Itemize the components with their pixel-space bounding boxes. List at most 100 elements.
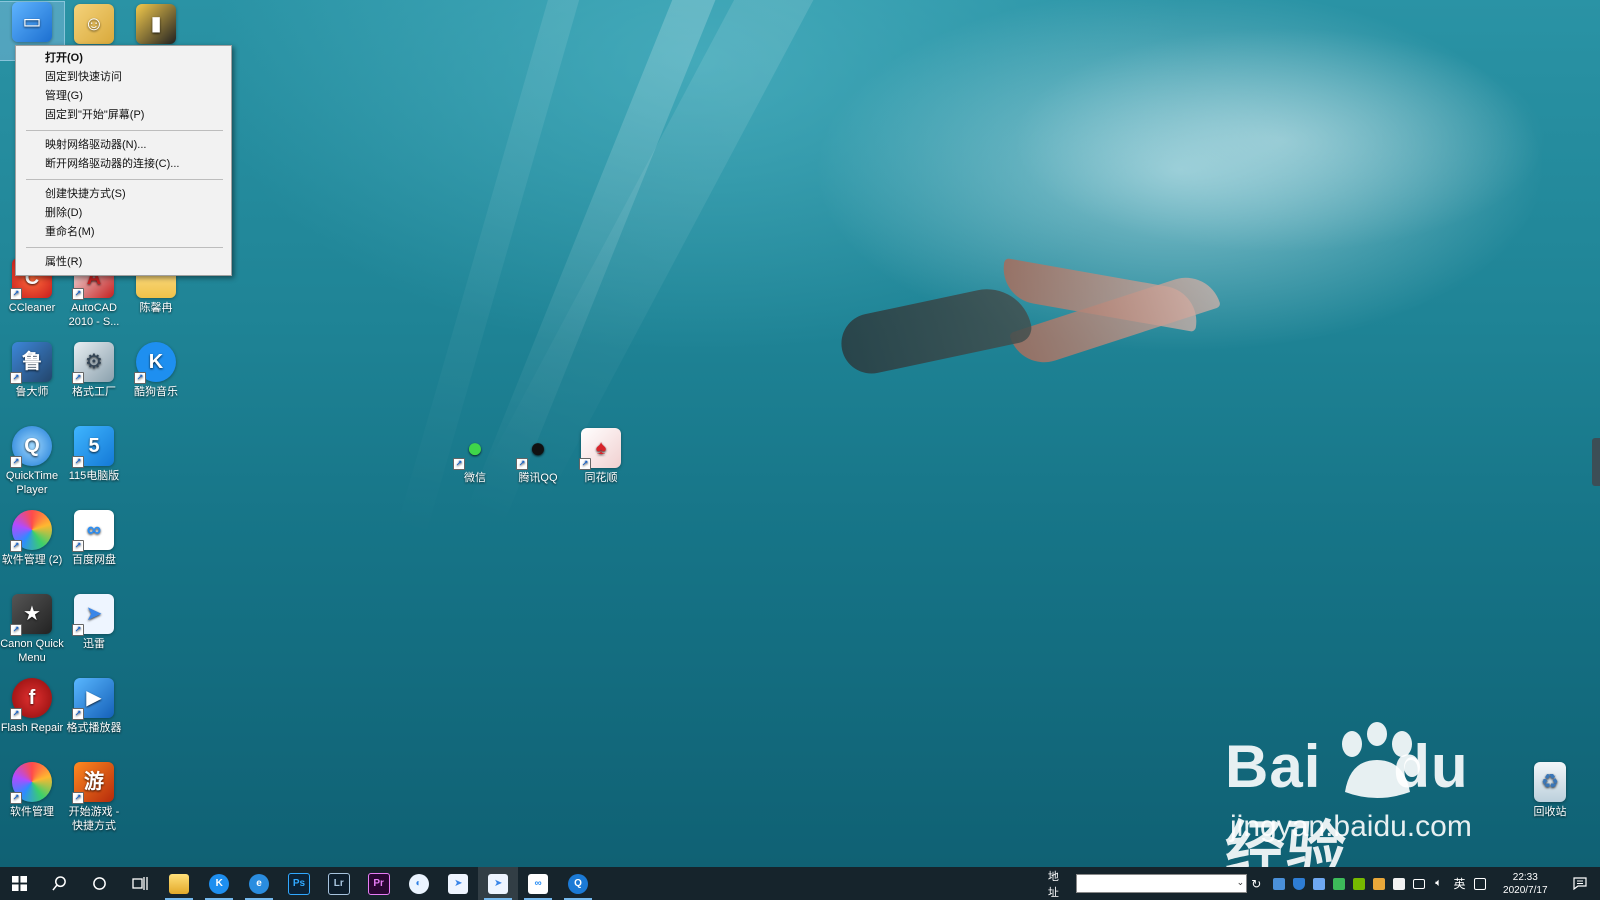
search-button[interactable]: [40, 867, 80, 900]
taskbar-premiere[interactable]: Pr: [359, 867, 399, 900]
shortcut-arrow-icon: ↗: [10, 456, 22, 468]
desktop-icon-ludashi[interactable]: 鲁 ↗ 鲁大师: [0, 342, 64, 399]
tray-baidu-icon[interactable]: [1389, 867, 1409, 900]
icon-label: 鲁大师: [15, 386, 49, 398]
icon-label: 软件管理: [10, 806, 54, 818]
taskbar-xunlei[interactable]: ➤: [438, 867, 478, 900]
taskbar-kugou[interactable]: K: [199, 867, 239, 900]
shortcut-arrow-icon: ↗: [72, 372, 84, 384]
menu-separator: [26, 247, 223, 248]
context-menu-item[interactable]: 创建快捷方式(S): [16, 185, 231, 204]
context-menu-item[interactable]: 断开网络驱动器的连接(C)...: [16, 155, 231, 174]
desktop-icon-soft-manager-2[interactable]: ↗ 软件管理 (2): [0, 510, 64, 567]
refresh-icon[interactable]: ↻: [1251, 877, 1261, 891]
desktop-icon-baidu-pan[interactable]: ∞ ↗ 百度网盘: [62, 510, 126, 567]
desktop-icon-kugou[interactable]: K ↗ 酷狗音乐: [124, 342, 188, 399]
shortcut-arrow-icon: ↗: [72, 792, 84, 804]
desktop-icon-game[interactable]: 游 ↗ 开始游戏 - 快捷方式: [62, 762, 126, 833]
network-icon[interactable]: [1409, 867, 1429, 900]
desktop-icon-tonghuashun[interactable]: ♠ ↗ 同花顺: [569, 428, 633, 485]
taskbar-baidu-pan[interactable]: ∞: [518, 867, 558, 900]
shortcut-arrow-icon: ↗: [516, 458, 528, 470]
context-menu-item[interactable]: 固定到"开始"屏幕(P): [16, 106, 231, 125]
xunlei-icon: ➤ ↗: [72, 594, 114, 636]
taskbar-xunlei-active[interactable]: ➤: [478, 867, 519, 900]
icon-label: 微信: [464, 472, 486, 484]
quicktime-icon: Q: [567, 873, 588, 894]
desktop-icon-canon[interactable]: ★ ↗ Canon Quick Menu: [0, 594, 64, 665]
input-method-indicator[interactable]: 英: [1449, 875, 1471, 892]
shortcut-arrow-icon: ↗: [10, 540, 22, 552]
start-button[interactable]: [0, 867, 40, 900]
desktop-icon-115[interactable]: 5 ↗ 115电脑版: [62, 426, 126, 483]
dark-folder-icon[interactable]: ▮: [124, 4, 188, 47]
shortcut-arrow-icon: ↗: [10, 624, 22, 636]
desktop-icon-format-factory[interactable]: ⚙ ↗ 格式工厂: [62, 342, 126, 399]
kugou-icon: K: [209, 873, 230, 894]
desktop-icon-qq[interactable]: ● ↗ 腾讯QQ: [506, 428, 570, 485]
side-panel-handle[interactable]: [1592, 438, 1600, 486]
xunlei-icon: ➤: [488, 873, 509, 894]
taskbar-browser[interactable]: ◐: [399, 867, 439, 900]
desktop-icon-flash-repair[interactable]: f ↗ Flash Repair: [0, 678, 64, 735]
chevron-down-icon[interactable]: ⌄: [1237, 877, 1245, 888]
icon-label: 格式工厂: [72, 386, 116, 398]
wechat-icon: ● ↗: [453, 428, 495, 470]
task-view-button[interactable]: [120, 867, 160, 900]
tray-network-drive-icon[interactable]: [1269, 867, 1289, 900]
taskbar-lightroom[interactable]: Lr: [319, 867, 359, 900]
clock-date: 2020/7/17: [1503, 884, 1548, 896]
volume-icon[interactable]: 🔈︎: [1429, 867, 1449, 900]
context-menu-item[interactable]: 固定到快速访问: [16, 68, 231, 87]
taskbar-quicktime[interactable]: Q: [558, 867, 598, 900]
baidu-pan-icon: ∞: [528, 873, 549, 894]
context-menu: 打开(O) 固定到快速访问 管理(G) 固定到"开始"屏幕(P) 映射网络驱动器(N).…: [15, 45, 232, 276]
context-menu-item[interactable]: 重命名(M): [16, 223, 231, 242]
taskbar-photoshop[interactable]: Ps: [279, 867, 319, 900]
context-menu-item[interactable]: 打开(O): [16, 49, 231, 68]
user-folder-icon[interactable]: ☺: [62, 4, 126, 47]
desktop[interactable]: ▭ ☺ ▮ C ↗ CCleaner A ↗ AutoCAD 2010 - S...…: [0, 0, 1600, 900]
shortcut-arrow-icon: ↗: [10, 708, 22, 720]
cortana-button[interactable]: [80, 867, 120, 900]
desktop-icon-wechat[interactable]: ● ↗ 微信: [443, 428, 507, 485]
watermark-url: jingyan.baidu.com: [1230, 810, 1472, 843]
tray-shield-icon[interactable]: [1289, 867, 1309, 900]
shortcut-arrow-icon: ↗: [72, 708, 84, 720]
tray-security-icon[interactable]: [1329, 867, 1349, 900]
tray-app-icon[interactable]: [1369, 867, 1389, 900]
address-input[interactable]: ⌄: [1075, 874, 1248, 893]
qq-penguin-icon: ● ↗: [516, 428, 558, 470]
clock-time: 22:33: [1512, 871, 1538, 883]
game-icon: 游 ↗: [72, 762, 114, 804]
icon-label: 陈馨冉: [139, 302, 173, 314]
icon-label: 开始游戏 - 快捷方式: [68, 806, 120, 832]
icon-label: 回收站: [1533, 806, 1567, 818]
shortcut-arrow-icon: ↗: [72, 288, 84, 300]
taskbar-edge[interactable]: e: [239, 867, 279, 900]
shortcut-arrow-icon: ↗: [453, 458, 465, 470]
shortcut-arrow-icon: ↗: [72, 624, 84, 636]
context-menu-item[interactable]: 映射网络驱动器(N)...: [16, 136, 231, 155]
icon-label: 格式播放器: [66, 722, 122, 734]
desktop-icon-quicktime[interactable]: Q ↗ QuickTime Player: [0, 426, 64, 497]
tray-nvidia-icon[interactable]: [1349, 867, 1369, 900]
computer-icon: ▭: [12, 2, 52, 42]
context-menu-item[interactable]: 属性(R): [16, 253, 231, 272]
context-menu-item[interactable]: 管理(G): [16, 87, 231, 106]
clock[interactable]: 22:33 2020/7/17: [1490, 871, 1560, 897]
context-menu-item[interactable]: 删除(D): [16, 204, 231, 223]
address-toolbar-label: 地址: [1047, 870, 1059, 899]
tray-xunlei-icon[interactable]: [1309, 867, 1329, 900]
taskbar-file-explorer[interactable]: [159, 867, 199, 900]
desktop-icon-soft-manager[interactable]: ↗ 软件管理: [0, 762, 64, 819]
desktop-icon-xunlei[interactable]: ➤ ↗ 迅雷: [62, 594, 126, 651]
taskbar: K e Ps Lr Pr ◐ ➤ ➤ ∞ Q 地址 ⌄ ↻ 🔈︎ 英 22:33…: [0, 867, 1600, 900]
shortcut-arrow-icon: ↗: [579, 458, 591, 470]
keyboard-layout-icon[interactable]: [1470, 867, 1490, 900]
action-center-button[interactable]: [1560, 877, 1600, 890]
desktop-icon-format-player[interactable]: ▶ ↗ 格式播放器: [62, 678, 126, 735]
format-factory-icon: ⚙ ↗: [72, 342, 114, 384]
desktop-icon-recycle-bin[interactable]: ♻ 回收站: [1518, 762, 1582, 819]
recycle-bin-icon: ♻: [1534, 762, 1566, 802]
